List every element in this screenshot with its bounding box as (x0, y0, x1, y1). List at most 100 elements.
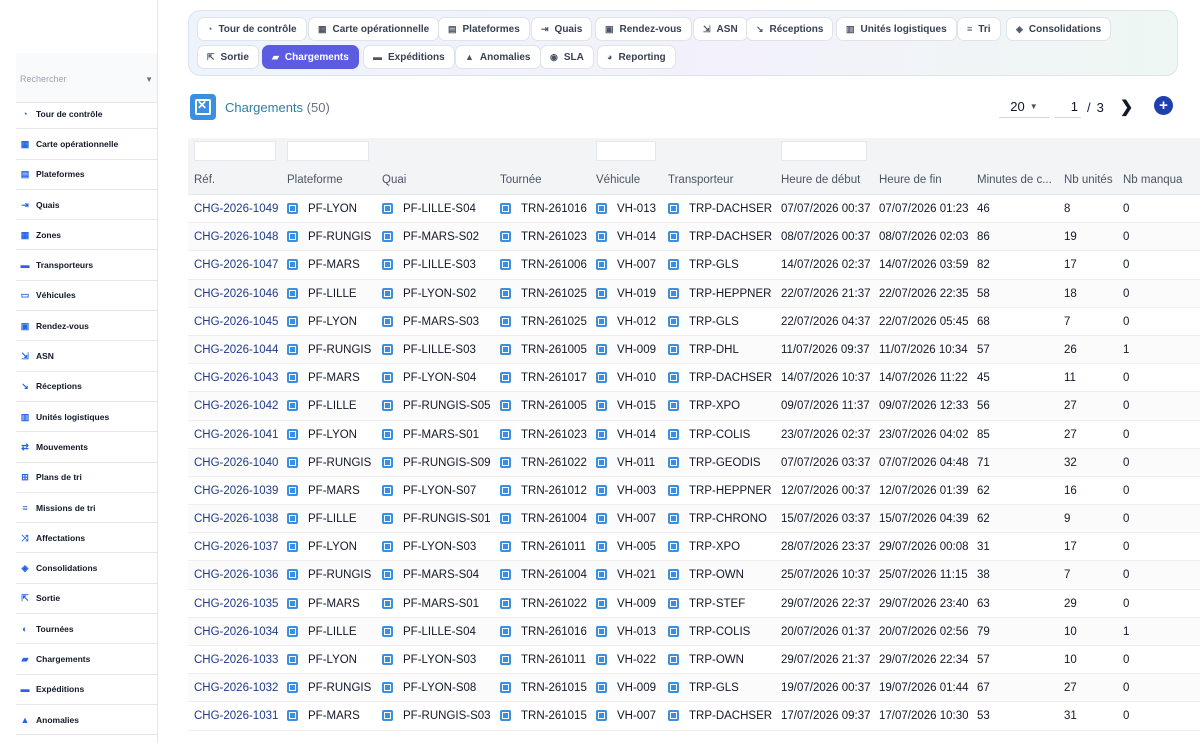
reference-link-icon[interactable] (500, 343, 511, 355)
table-row[interactable]: CHG-2026-1032 PF-RUNGIS PF-LYON-S08 TRN-261… (188, 674, 1200, 703)
sidebar-item-5[interactable]: ▬ Transporteurs (16, 250, 157, 281)
reference-link-icon[interactable] (668, 428, 679, 440)
sidebar-item-18[interactable]: ▰ Chargements (16, 644, 157, 675)
sidebar-item-11[interactable]: ⇄ Mouvements (16, 432, 157, 463)
table-cell[interactable]: PF-RUNGIS-S05 (382, 400, 491, 412)
table-cell[interactable]: CHG-2026-1044 (194, 344, 278, 356)
reference-link-icon[interactable] (382, 682, 393, 694)
reference-link-icon[interactable] (382, 513, 393, 525)
table-cell[interactable]: CHG-2026-1036 (194, 569, 278, 581)
sidebar-item-8[interactable]: ⇲ ASN (16, 341, 157, 372)
table-cell[interactable]: CHG-2026-1032 (194, 682, 278, 694)
reference-link-icon[interactable] (287, 654, 298, 665)
reference-link-icon[interactable] (382, 541, 393, 553)
table-cell[interactable]: PF-RUNGIS (287, 682, 371, 694)
reference-link-icon[interactable] (382, 456, 393, 468)
reference-link-icon[interactable] (500, 203, 511, 214)
reference-link-icon[interactable] (287, 625, 298, 637)
table-cell[interactable]: TRN-261006 (500, 259, 587, 271)
reference-link-icon[interactable] (596, 400, 607, 412)
table-cell[interactable]: TRP-DACHSER (668, 231, 772, 243)
reference-link-icon[interactable] (668, 400, 679, 412)
table-cell[interactable]: TRP-COLIS (668, 625, 750, 638)
reference-link-icon[interactable] (382, 428, 393, 440)
table-cell[interactable]: CHG-2026-1039 (194, 485, 278, 497)
table-cell[interactable]: CHG-2026-1035 (194, 598, 278, 610)
column-header[interactable]: Quai (382, 174, 406, 186)
table-cell[interactable]: TRP-HEPPNER (668, 484, 771, 497)
reference-link-icon[interactable] (500, 654, 511, 665)
table-cell[interactable]: VH-021 (596, 569, 656, 581)
reference-link-icon[interactable] (500, 625, 511, 637)
reference-link-icon[interactable] (500, 400, 511, 412)
table-cell[interactable]: CHG-2026-1031 (194, 710, 278, 722)
table-cell[interactable]: TRN-261016 (500, 203, 587, 215)
table-cell[interactable]: TRP-GLS (668, 315, 739, 328)
table-cell[interactable]: TRP-DACHSER (668, 710, 772, 722)
table-cell[interactable]: PF-MARS-S03 (382, 315, 479, 328)
table-cell[interactable]: PF-MARS-S02 (382, 231, 479, 243)
reference-link-icon[interactable] (382, 400, 393, 412)
table-cell[interactable]: VH-013 (596, 203, 656, 215)
table-cell[interactable]: CHG-2026-1042 (194, 400, 278, 412)
reference-link-icon[interactable] (382, 315, 393, 327)
table-cell[interactable]: VH-013 (596, 625, 656, 638)
tab-12[interactable]: ▬ Expéditions (363, 45, 455, 69)
table-cell[interactable]: VH-009 (596, 597, 656, 610)
table-cell[interactable]: TRN-261017 (500, 372, 587, 384)
table-row[interactable]: CHG-2026-1038 PF-LILLE PF-RUNGIS-S01 TRN-26… (188, 505, 1200, 534)
table-cell[interactable]: VH-015 (596, 400, 656, 412)
reference-link-icon[interactable] (596, 259, 607, 271)
table-cell[interactable]: VH-022 (596, 654, 656, 666)
table-cell[interactable]: TRN-261011 (500, 654, 586, 666)
table-row[interactable]: CHG-2026-1048 PF-RUNGIS PF-MARS-S02 TRN-261… (188, 223, 1200, 252)
table-cell[interactable]: PF-MARS-S01 (382, 597, 479, 610)
table-cell[interactable]: PF-LILLE-S03 (382, 343, 476, 356)
reference-link-icon[interactable] (596, 513, 607, 525)
reference-link-icon[interactable] (668, 654, 679, 665)
plus-circle-icon[interactable]: + (1154, 96, 1173, 115)
table-cell[interactable]: CHG-2026-1033 (194, 654, 278, 666)
table-cell[interactable]: PF-RUNGIS (287, 343, 371, 356)
table-cell[interactable]: VH-007 (596, 259, 656, 271)
sidebar-item-6[interactable]: ▭ Véhicules (16, 281, 157, 312)
table-row[interactable]: CHG-2026-1043 PF-MARS PF-LYON-S04 TRN-26101… (188, 364, 1200, 393)
reference-link-icon[interactable] (500, 287, 511, 299)
reference-link-icon[interactable] (287, 484, 298, 496)
table-row[interactable]: CHG-2026-1044 PF-RUNGIS PF-LILLE-S03 TRN-26… (188, 335, 1200, 365)
column-header[interactable]: Nb manqua (1123, 174, 1182, 186)
table-cell[interactable]: TRN-261023 (500, 231, 587, 243)
reference-link-icon[interactable] (287, 541, 298, 553)
table-cell[interactable]: TRN-261023 (500, 428, 587, 441)
page-size-select[interactable]: 20 ▼ (999, 96, 1049, 118)
table-cell[interactable]: PF-RUNGIS (287, 456, 371, 469)
table-cell[interactable]: PF-RUNGIS-S01 (382, 513, 491, 525)
table-cell[interactable]: TRN-261005 (500, 343, 587, 356)
table-cell[interactable]: PF-MARS (287, 372, 360, 384)
table-cell[interactable]: TRN-261022 (500, 597, 587, 610)
reference-link-icon[interactable] (596, 710, 607, 722)
tab-5[interactable]: ⇲ ASN (693, 17, 748, 41)
table-row[interactable]: CHG-2026-1034 PF-LILLE PF-LILLE-S04 TRN-261… (188, 617, 1200, 646)
tab-7[interactable]: ▥ Unités logistiques (836, 17, 957, 41)
table-cell[interactable]: TRP-DHL (668, 343, 739, 356)
chevron-right-icon[interactable]: ❯ (1120, 97, 1133, 117)
table-cell[interactable]: PF-LYON-S02 (382, 287, 476, 300)
sidebar-item-4[interactable]: ▦ Zones (16, 220, 157, 251)
reference-link-icon[interactable] (287, 682, 298, 694)
sidebar-item-10[interactable]: ▥ Unités logistiques (16, 402, 157, 433)
table-cell[interactable]: TRN-261025 (500, 315, 587, 328)
table-row[interactable]: CHG-2026-1047 PF-MARS PF-LILLE-S03 TRN-2610… (188, 251, 1200, 280)
table-cell[interactable]: VH-019 (596, 287, 656, 300)
reference-link-icon[interactable] (287, 513, 298, 525)
sidebar-item-1[interactable]: ▦ Carte opérationnelle (16, 129, 157, 160)
table-cell[interactable]: TRP-GLS (668, 682, 739, 694)
table-cell[interactable]: VH-014 (596, 231, 656, 243)
reference-link-icon[interactable] (596, 372, 607, 384)
table-cell[interactable]: PF-LYON (287, 428, 357, 441)
reference-link-icon[interactable] (382, 654, 393, 665)
reference-link-icon[interactable] (596, 654, 607, 665)
tab-11[interactable]: ▰ Chargements (262, 45, 359, 69)
table-cell[interactable]: TRN-261016 (500, 625, 587, 638)
reference-link-icon[interactable] (596, 597, 607, 609)
